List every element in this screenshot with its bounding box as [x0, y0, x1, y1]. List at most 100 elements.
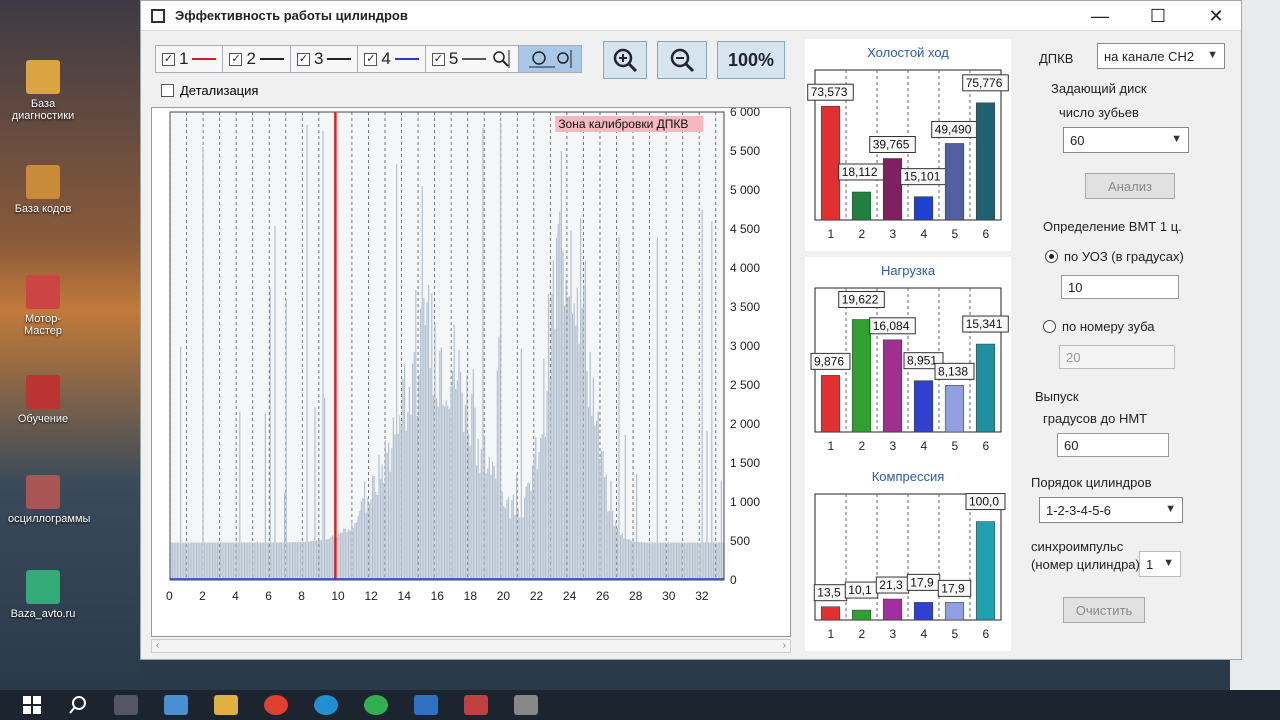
data-label: 75,776	[966, 76, 1003, 90]
x-tick-label: 30	[662, 589, 676, 603]
x-tick-label: 12	[364, 589, 378, 603]
analyze-button[interactable]: Анализ	[1085, 173, 1175, 199]
task-view-icon[interactable]	[114, 695, 138, 715]
y-tick-label: 4 500	[730, 222, 760, 236]
minimize-button[interactable]: —	[1075, 1, 1125, 31]
channel-5-toggle[interactable]: ✓ 5	[426, 46, 520, 72]
zoom-100-button[interactable]: 100%	[717, 41, 785, 79]
y-tick-label: 3 500	[730, 300, 760, 314]
chrome-icon[interactable]	[264, 695, 288, 715]
chevron-down-icon: ▼	[1171, 133, 1182, 145]
x-tick-label: 8	[298, 589, 305, 603]
zoom-in-button[interactable]	[603, 41, 647, 79]
y-tick-label: 2 000	[730, 417, 760, 431]
compression-title: Компрессия	[871, 469, 945, 484]
data-label: 100,0	[969, 495, 999, 509]
scroll-right-icon[interactable]: ›	[783, 640, 786, 651]
settings-panel: ДПКВ на канале CH2 ▼ Задающий диск число…	[1021, 31, 1231, 651]
sync-cylinder-select[interactable]: 1 ▼	[1139, 551, 1181, 577]
data-label: 18,112	[842, 165, 878, 179]
horizontal-zoom-tool[interactable]	[519, 46, 582, 72]
radio-unselected-icon[interactable]	[1043, 320, 1056, 333]
folder-icon	[26, 60, 60, 94]
y-tick-label: 2 500	[730, 378, 760, 392]
by-tooth-radio[interactable]: по номеру зуба	[1043, 319, 1155, 334]
desktop-icon-baza-avto[interactable]: Baza_avto.ru	[8, 570, 78, 620]
data-label: 15,341	[966, 317, 1003, 331]
channel-checkbox[interactable]: ✓	[162, 52, 175, 66]
dpkv-channel-select[interactable]: на канале CH2 ▼	[1097, 43, 1225, 69]
channel-checkbox[interactable]: ✓	[229, 52, 243, 66]
teeth-label: число зубьев	[1059, 105, 1139, 120]
data-label: 15,101	[904, 170, 941, 184]
data-label: 9,876	[814, 354, 844, 368]
oscillogram-svg: Зона калибровки ДПКВ 6 000 5 500 5 000 4 500…	[166, 105, 760, 603]
category-label: 1	[828, 227, 835, 241]
desktop-icon-diagnostics-db[interactable]: База диагностики	[8, 60, 78, 122]
calculator-icon[interactable]	[164, 695, 188, 715]
channel-color-line	[462, 58, 487, 60]
channel-label: 5	[448, 49, 459, 68]
vertical-zoom-icon[interactable]	[490, 48, 512, 70]
desktop-icon-oscillograms[interactable]: осциллограммы	[8, 475, 90, 525]
category-label: 6	[983, 227, 990, 241]
idle-title: Холостой ход	[867, 45, 949, 60]
degrees-to-bdc-input[interactable]: 60	[1057, 433, 1169, 457]
y-tick-label: 6 000	[730, 108, 760, 119]
y-tick-label: 500	[730, 534, 750, 548]
close-button[interactable]: ✕	[1191, 1, 1241, 31]
channel-checkbox[interactable]: ✓	[431, 52, 445, 66]
desktop-icon-training[interactable]: Обучение	[8, 375, 78, 425]
channel-label: 3	[313, 49, 324, 68]
bar	[882, 339, 903, 433]
windows-start-icon[interactable]	[22, 695, 42, 715]
channel-4-toggle[interactable]: ✓ 4	[358, 46, 426, 72]
app-icon[interactable]	[464, 695, 488, 715]
channel-3-toggle[interactable]: ✓ 3	[291, 46, 359, 72]
oscillogram-chart[interactable]: Зона калибровки ДПКВ 6 000 5 500 5 000 4 500…	[151, 105, 791, 637]
maximize-button[interactable]: ☐	[1133, 1, 1183, 31]
detail-toggle[interactable]: Детализация	[161, 83, 258, 98]
scroll-left-icon[interactable]: ‹	[156, 640, 159, 651]
clear-button[interactable]: Очистить	[1063, 597, 1145, 623]
desktop-icon-motor-master[interactable]: Мотор-Мастер	[8, 275, 78, 337]
exhaust-label: Выпуск	[1035, 389, 1079, 404]
channel-1-toggle[interactable]: ✓ 1	[156, 46, 224, 72]
cylinder-order-select[interactable]: 1-2-3-4-5-6 ▼	[1039, 497, 1183, 523]
teeth-count-select[interactable]: 60 ▼	[1063, 127, 1189, 153]
file-explorer-icon[interactable]	[214, 695, 238, 715]
channel-checkbox[interactable]: ✓	[364, 52, 378, 66]
load-panel: Нагрузка 9,876 1 19,622 2 16,084 3 8,951 4 8,138…	[805, 257, 1011, 463]
archive-icon	[26, 570, 60, 604]
bar	[882, 158, 903, 221]
chevron-down-icon: ▼	[1207, 49, 1218, 61]
by-uoz-radio[interactable]: по УОЗ (в градусах)	[1045, 249, 1184, 264]
zoom-out-button[interactable]	[657, 41, 707, 79]
horizontal-zoom-icon	[529, 50, 572, 68]
app-menu-icon[interactable]	[151, 8, 165, 23]
app-icon[interactable]	[414, 695, 438, 715]
edge-icon[interactable]	[314, 695, 338, 715]
bar	[820, 375, 841, 433]
channel-checkbox[interactable]: ✓	[296, 52, 310, 66]
compression-bar-chart: 13,5 1 10,1 2 21,3 3 17,9 4 17,9 5 100,0 6	[813, 493, 1006, 641]
window-title: Эффективность работы цилиндров	[175, 8, 408, 23]
channel-2-toggle[interactable]: ✓ 2	[223, 46, 291, 72]
horizontal-scrollbar[interactable]: ‹ ›	[151, 639, 791, 653]
category-label: 5	[952, 439, 959, 453]
active-app-icon[interactable]	[514, 695, 538, 715]
uoz-degrees-input[interactable]: 10	[1061, 275, 1179, 299]
x-tick-label: 32	[695, 589, 709, 603]
tooth-number-input[interactable]: 20	[1059, 345, 1175, 369]
bar	[913, 380, 934, 433]
whatsapp-icon[interactable]	[364, 695, 388, 715]
radio-selected-icon[interactable]	[1045, 250, 1058, 263]
desktop-icon-codes-db[interactable]: База кодов	[8, 165, 78, 215]
category-label: 4	[921, 227, 928, 241]
detail-checkbox[interactable]	[161, 84, 174, 97]
data-label: 8,138	[938, 364, 968, 378]
bar	[913, 196, 934, 221]
category-label: 1	[828, 439, 835, 453]
search-icon[interactable]	[68, 695, 88, 715]
pdf-icon	[26, 375, 60, 409]
